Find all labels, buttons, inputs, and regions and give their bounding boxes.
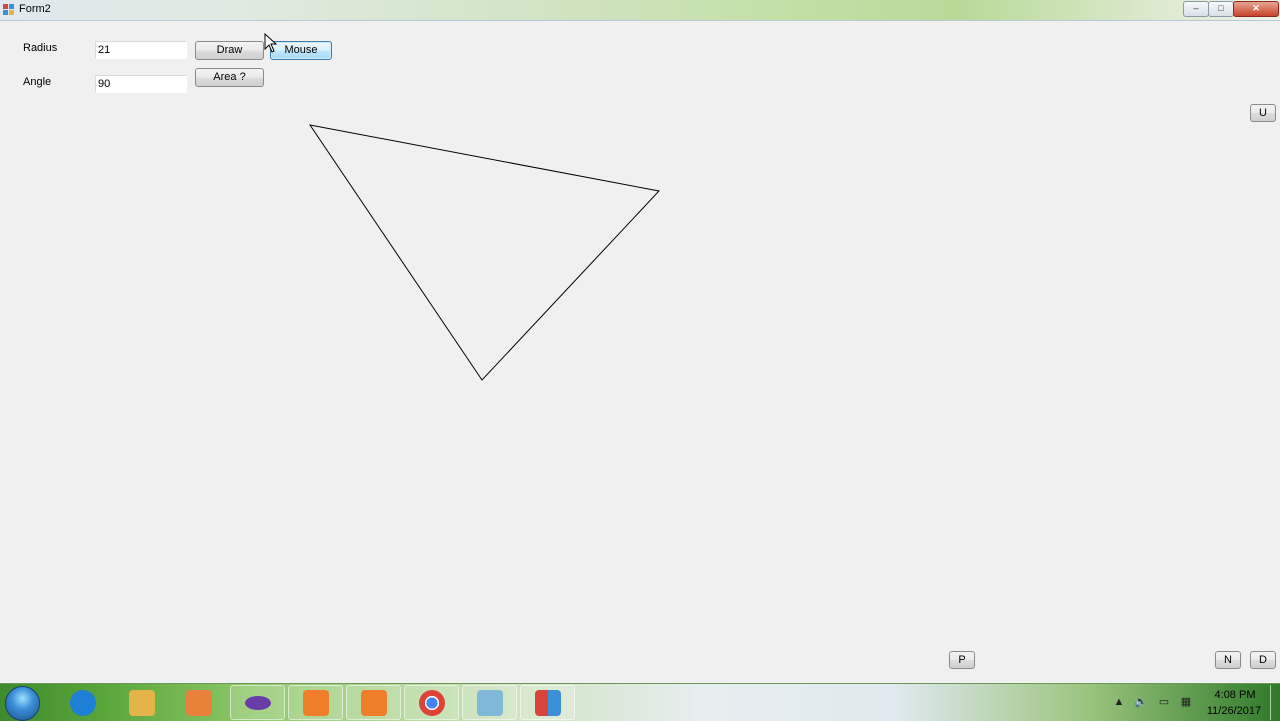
taskbar-item-chrome[interactable]: [404, 685, 459, 720]
drawing-canvas[interactable]: [0, 21, 1280, 681]
show-hidden-icons-icon[interactable]: ▲: [1112, 696, 1126, 708]
taskbar-item-recorder[interactable]: [288, 685, 343, 720]
title-bar[interactable]: Form2 – □ ✕: [0, 0, 1280, 21]
network-icon[interactable]: ▦: [1179, 696, 1193, 708]
taskbar-item-media[interactable]: [171, 685, 226, 720]
camera-icon: [360, 689, 387, 716]
form-icon: [3, 4, 14, 15]
action-center-icon[interactable]: ▭: [1157, 696, 1171, 708]
notepad-icon: [476, 689, 503, 716]
start-button[interactable]: [5, 686, 40, 721]
internet-explorer-icon: [69, 689, 96, 716]
drawn-triangle: [308, 124, 660, 381]
show-desktop-button[interactable]: [1270, 685, 1280, 720]
screen-recorder-icon: [302, 689, 329, 716]
taskbar-item-camera[interactable]: [346, 685, 401, 720]
taskbar-item-visual-studio[interactable]: [230, 685, 285, 720]
window-title: Form2: [19, 3, 51, 15]
taskbar-item-ie[interactable]: [55, 685, 110, 720]
visual-studio-icon: [244, 695, 271, 710]
clock-date[interactable]: 11/26/2017: [1200, 705, 1268, 717]
taskbar: ▲ 🔈 ▭ ▦ 4:08 PM 11/26/2017: [0, 683, 1280, 721]
taskbar-item-form-app[interactable]: [520, 685, 575, 720]
chrome-icon: [418, 689, 445, 716]
windows-forms-app-icon: [534, 689, 561, 716]
mouse-cursor-icon: [264, 32, 278, 53]
minimize-button[interactable]: –: [1183, 1, 1209, 17]
maximize-button[interactable]: □: [1208, 1, 1234, 17]
taskbar-item-notepad[interactable]: [462, 685, 517, 720]
taskbar-item-explorer[interactable]: [114, 685, 169, 720]
clock-time[interactable]: 4:08 PM: [1203, 689, 1267, 701]
volume-icon[interactable]: 🔈: [1134, 696, 1148, 708]
file-explorer-icon: [128, 689, 155, 716]
media-player-icon: [185, 689, 212, 716]
close-button[interactable]: ✕: [1233, 1, 1279, 17]
